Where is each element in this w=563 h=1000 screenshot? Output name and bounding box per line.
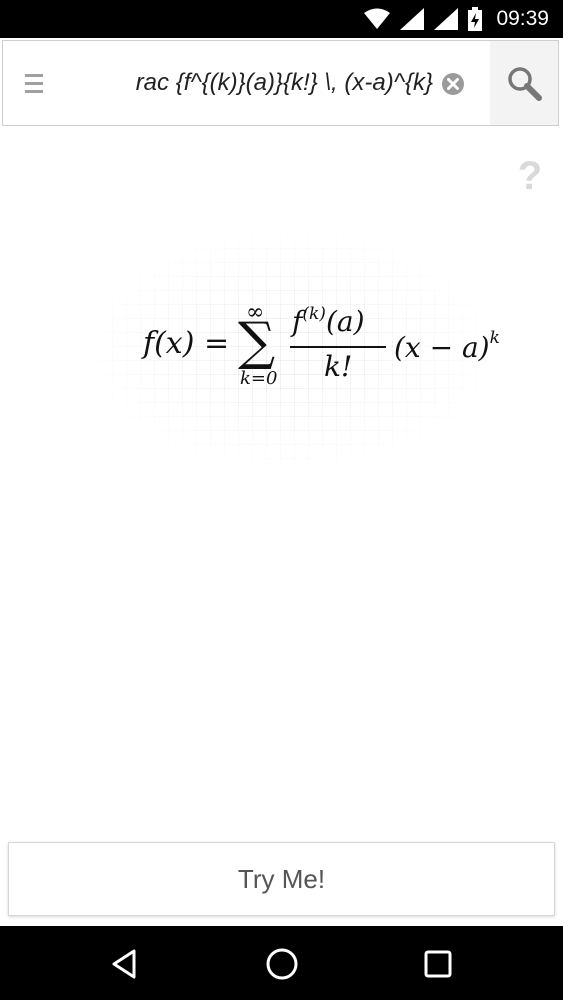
home-icon: [266, 948, 298, 980]
help-icon[interactable]: ?: [515, 156, 545, 196]
formula: f(x) = ∞ ∑ k=0 f(k)(a) k! (x − a)k: [70, 220, 510, 480]
signal-icon-secondary: [434, 8, 459, 30]
search-bar: rac {f^{(k)}(a)}{k!} \, (x-a)^{k}: [2, 40, 559, 126]
formula-tail: (x − a)k: [394, 328, 500, 364]
signal-icon: [400, 8, 425, 30]
search-button[interactable]: [490, 41, 558, 125]
fraction-denominator: k!: [324, 350, 353, 383]
tail-base: (x − a): [394, 331, 490, 364]
recents-button[interactable]: [418, 944, 458, 984]
numerator-argument: (a): [325, 305, 365, 338]
formula-lhs: f(x) =: [143, 326, 230, 361]
status-bar: 09:39: [0, 0, 563, 38]
recents-icon: [424, 950, 452, 978]
menu-icon[interactable]: [25, 72, 43, 96]
clear-icon[interactable]: [441, 72, 465, 96]
home-button[interactable]: [262, 944, 302, 984]
status-time: 09:39: [496, 7, 549, 30]
numerator-exponent: (k): [302, 304, 326, 324]
try-me-button[interactable]: Try Me!: [8, 842, 555, 916]
fraction-line: [290, 346, 386, 348]
back-icon: [112, 949, 136, 979]
numerator-base: f: [292, 305, 303, 338]
navigation-bar: [0, 926, 563, 1000]
sum-symbol: ∑: [238, 312, 276, 372]
search-icon: [508, 67, 542, 101]
back-button[interactable]: [104, 944, 144, 984]
search-input[interactable]: rac {f^{(k)}(a)}{k!} \, (x-a)^{k}: [63, 41, 433, 125]
battery-charging-icon: [468, 7, 483, 31]
status-icons: 09:39: [364, 0, 549, 38]
fraction-numerator: f(k)(a): [292, 304, 365, 338]
formula-display: f(x) = ∞ ∑ k=0 f(k)(a) k! (x − a)k: [70, 220, 510, 480]
sum-lower-limit: k=0: [240, 368, 278, 389]
tail-exponent: k: [489, 328, 500, 348]
wifi-icon: [364, 8, 391, 29]
